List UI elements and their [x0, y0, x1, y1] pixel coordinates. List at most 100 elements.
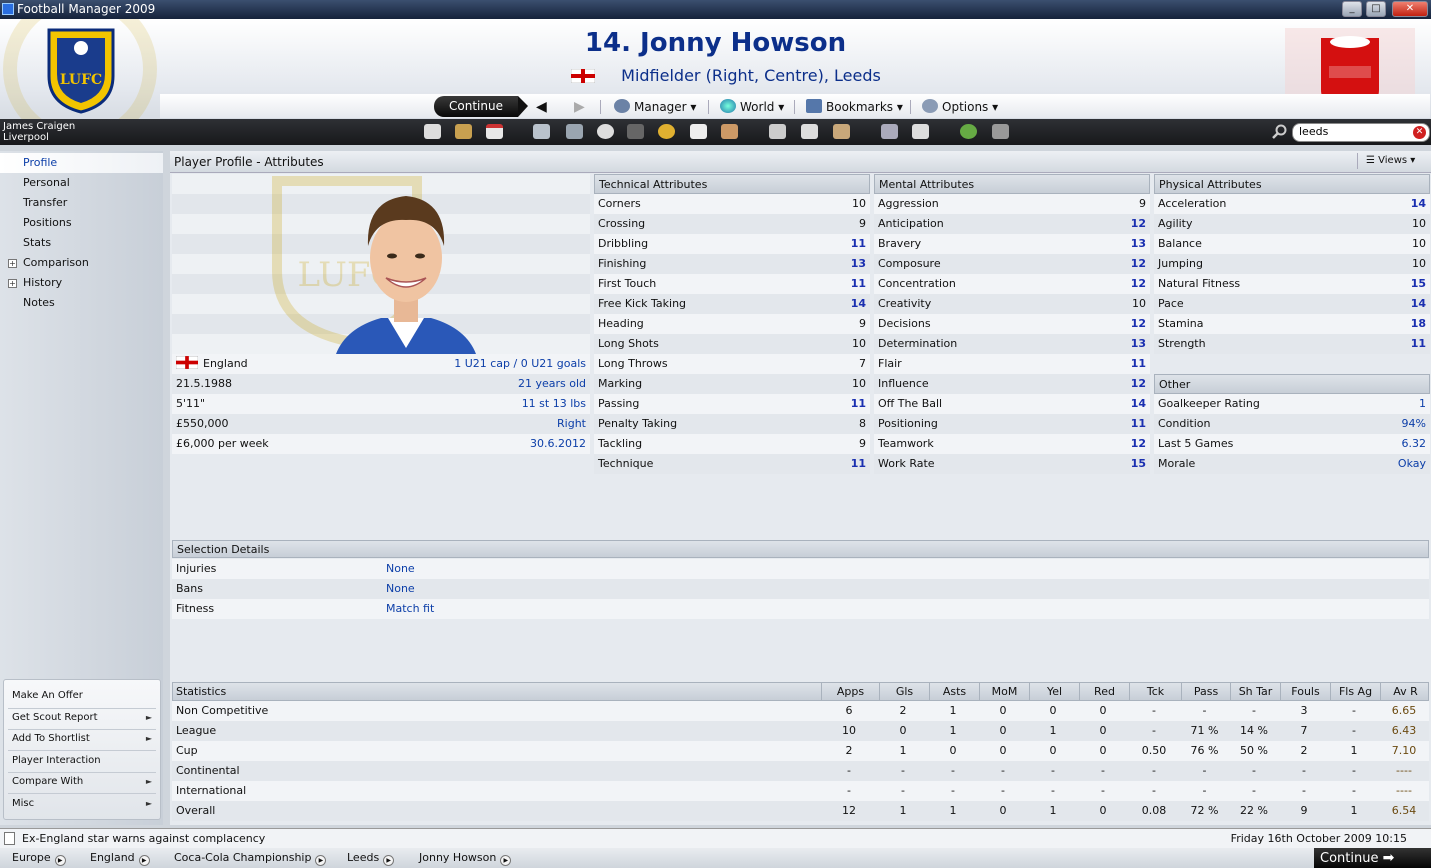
manager-icon: [614, 99, 630, 113]
stat-column-header[interactable]: Gls: [879, 683, 929, 700]
close-button[interactable]: ✕: [1392, 1, 1428, 17]
breadcrumb-label: England: [90, 851, 135, 864]
attribute-row: Long Shots 10: [594, 334, 870, 354]
search-input[interactable]: [1299, 125, 1411, 138]
news-headline[interactable]: Ex-England star warns against complacenc…: [22, 829, 265, 848]
transfers-icon[interactable]: [721, 124, 738, 139]
attribute-label: Corners: [598, 197, 641, 210]
stat-column-header[interactable]: Yel: [1029, 683, 1079, 700]
breadcrumb-item[interactable]: Coca-Cola Championship ▶: [174, 848, 327, 868]
sidebar-item-transfer[interactable]: Transfer: [0, 193, 163, 213]
make-offer-action[interactable]: Make An Offer: [12, 690, 83, 701]
england-flag-icon: [175, 355, 199, 370]
finances-icon[interactable]: [658, 124, 675, 139]
trophy-icon[interactable]: [769, 124, 786, 139]
breadcrumb-item[interactable]: England ▶: [90, 848, 150, 868]
weight: 11 st 13 lbs: [521, 397, 586, 410]
attribute-value: 11: [850, 237, 866, 250]
sidebar-item-personal[interactable]: Personal: [0, 173, 163, 193]
stat-column-header[interactable]: Asts: [929, 683, 979, 700]
stat-column-header[interactable]: Red: [1079, 683, 1129, 700]
back-arrow-icon[interactable]: ◀: [536, 99, 547, 115]
attribute-value: 11: [1130, 417, 1146, 430]
international-caps[interactable]: 1 U21 cap / 0 U21 goals: [454, 354, 586, 374]
expand-icon[interactable]: +: [8, 279, 17, 288]
stat-column-header[interactable]: Sh Tar: [1230, 683, 1280, 700]
clear-search-icon[interactable]: ✕: [1413, 126, 1426, 139]
sidebar-item-positions[interactable]: Positions: [0, 213, 163, 233]
table-cell: ----: [1396, 764, 1412, 777]
attribute-row: Teamwork 12: [874, 434, 1150, 454]
selection-value[interactable]: None: [386, 579, 415, 599]
stat-column-header[interactable]: MoM: [979, 683, 1029, 700]
menu-divider: [600, 100, 601, 114]
training-icon[interactable]: [597, 124, 614, 139]
stat-column-header[interactable]: Fls Ag: [1330, 683, 1380, 700]
actions-panel: Make An Offer Get Scout Report ► Add To S…: [3, 679, 161, 820]
history-icon[interactable]: [833, 124, 850, 139]
table-cell: 0: [1049, 704, 1057, 717]
attribute-label: Condition: [1158, 417, 1211, 430]
info-icon[interactable]: [992, 124, 1009, 139]
squad-icon[interactable]: [533, 124, 550, 139]
stat-column-header[interactable]: Pass: [1181, 683, 1230, 700]
table-cell: 1: [1350, 804, 1358, 817]
home-icon[interactable]: [424, 124, 441, 139]
selection-label: Injuries: [176, 562, 217, 575]
calendar-icon[interactable]: [486, 124, 503, 139]
attribute-row: Off The Ball 14: [874, 394, 1150, 414]
continue-button-top[interactable]: Continue: [434, 96, 528, 117]
maximize-button[interactable]: □: [1366, 1, 1386, 17]
selection-value[interactable]: Match fit: [386, 599, 434, 619]
breadcrumb-item[interactable]: Europe ▶: [12, 848, 66, 868]
misc-action[interactable]: Misc: [12, 798, 34, 809]
breadcrumb-item[interactable]: Leeds ▶: [347, 848, 395, 868]
continue-button-bottom[interactable]: Continue ➡: [1314, 848, 1431, 868]
minimize-button[interactable]: _: [1342, 1, 1362, 17]
manager-menu[interactable]: Manager ▾: [614, 99, 696, 114]
sidebar-item-notes[interactable]: Notes: [0, 293, 163, 313]
breadcrumb-item[interactable]: Jonny Howson ▶: [419, 848, 512, 868]
stat-column-header[interactable]: Apps: [821, 683, 879, 700]
selection-value[interactable]: None: [386, 559, 415, 579]
fixtures-icon[interactable]: [801, 124, 818, 139]
table-cell: 1: [949, 804, 957, 817]
scout-report-action[interactable]: Get Scout Report: [12, 712, 98, 723]
sidebar-item-profile[interactable]: Profile: [0, 153, 163, 173]
table-cell: -: [901, 764, 905, 777]
forward-arrow-icon[interactable]: ▶: [574, 99, 585, 115]
notes-icon[interactable]: [912, 124, 929, 139]
people-search-icon[interactable]: [881, 124, 898, 139]
sidebar-item-history[interactable]: + History: [0, 273, 163, 293]
stat-column-header[interactable]: Fouls: [1280, 683, 1330, 700]
news-icon[interactable]: [690, 124, 707, 139]
attribute-label: Work Rate: [878, 457, 935, 470]
options-menu[interactable]: Options ▾: [922, 99, 998, 114]
tactics-icon[interactable]: [566, 124, 583, 139]
table-cell: 0: [1099, 744, 1107, 757]
add-shortlist-action[interactable]: Add To Shortlist: [12, 733, 90, 744]
attribute-row: Acceleration 14: [1154, 194, 1430, 214]
views-button[interactable]: ☰ Views ▾: [1357, 153, 1427, 169]
stat-row-label: Cup: [176, 744, 198, 757]
sidebar-item-stats[interactable]: Stats: [0, 233, 163, 253]
svg-text:LUFC: LUFC: [60, 72, 102, 88]
game-datetime: Friday 16th October 2009 10:15: [1230, 832, 1407, 845]
search-icon[interactable]: [1272, 124, 1288, 140]
player-value: £550,000: [176, 417, 229, 430]
world-menu[interactable]: World ▾: [720, 99, 784, 114]
other-header: Other: [1154, 374, 1430, 394]
help-icon[interactable]: [960, 124, 977, 139]
stat-column-header[interactable]: Av R: [1380, 683, 1430, 700]
panel-title: Player Profile - Attributes: [170, 151, 1431, 173]
compare-with-action[interactable]: Compare With: [12, 776, 83, 787]
bookmarks-menu[interactable]: Bookmarks ▾: [806, 99, 903, 114]
news-icon: [4, 832, 15, 845]
mental-header: Mental Attributes: [874, 174, 1150, 194]
scouting-icon[interactable]: [627, 124, 644, 139]
inbox-icon[interactable]: [455, 124, 472, 139]
player-interaction-action[interactable]: Player Interaction: [12, 755, 101, 766]
sidebar-item-comparison[interactable]: + Comparison: [0, 253, 163, 273]
expand-icon[interactable]: +: [8, 259, 17, 268]
stat-column-header[interactable]: Tck: [1129, 683, 1181, 700]
